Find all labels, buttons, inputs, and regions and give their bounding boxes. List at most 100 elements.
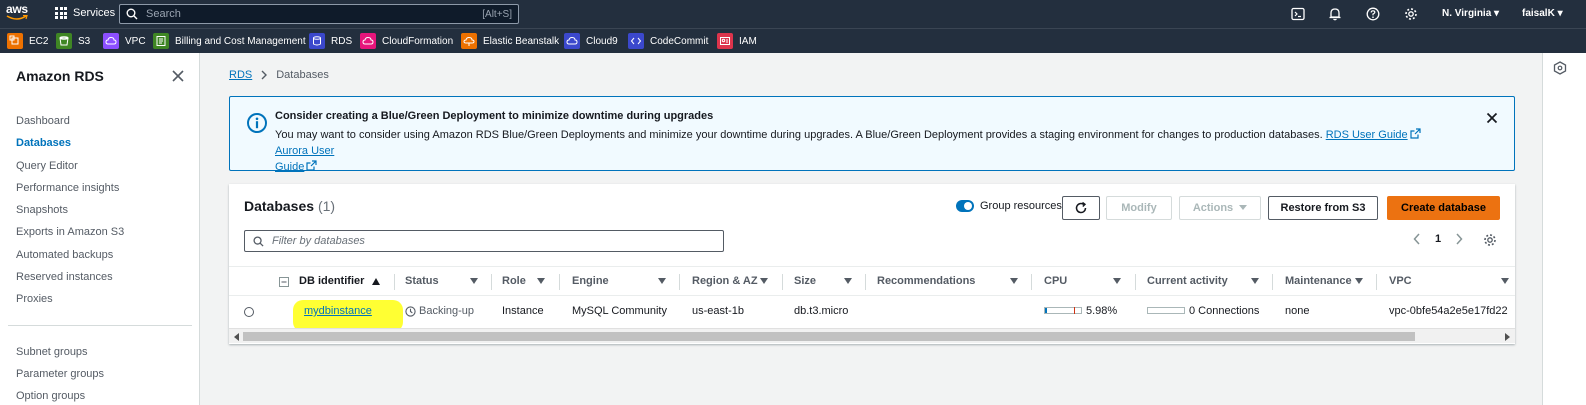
breadcrumb-rds-link[interactable]: RDS bbox=[229, 69, 252, 81]
info-panel-icon[interactable] bbox=[1553, 61, 1567, 75]
vpc-cloud-icon bbox=[103, 33, 119, 49]
group-resources-toggle[interactable]: Group resources bbox=[956, 200, 1062, 212]
sidebar-item-performance-insights[interactable]: Performance insights bbox=[16, 182, 119, 194]
sidebar-item-dashboard[interactable]: Dashboard bbox=[16, 115, 70, 127]
cloudshell-icon[interactable] bbox=[1291, 7, 1305, 21]
close-icon[interactable] bbox=[172, 70, 184, 82]
favorite-ec2[interactable]: EC2 bbox=[7, 33, 48, 49]
sidebar-title: Amazon RDS bbox=[16, 68, 104, 84]
column-current-activity[interactable]: Current activity bbox=[1147, 275, 1228, 287]
column-vpc[interactable]: VPC bbox=[1389, 275, 1412, 287]
breadcrumb-current: Databases bbox=[276, 69, 329, 81]
favorite-rds[interactable]: RDS bbox=[309, 33, 352, 49]
iam-icon bbox=[717, 33, 733, 49]
refresh-button[interactable] bbox=[1062, 196, 1100, 220]
scrollbar-thumb[interactable] bbox=[243, 332, 1415, 341]
sort-icon[interactable] bbox=[844, 278, 852, 284]
maintenance-cell: none bbox=[1285, 305, 1310, 317]
ec2-icon bbox=[7, 33, 23, 49]
sort-icon[interactable] bbox=[1501, 278, 1509, 284]
sidebar-item-parameter-groups[interactable]: Parameter groups bbox=[16, 368, 104, 380]
column-role[interactable]: Role bbox=[502, 275, 526, 287]
group-resources-label: Group resources bbox=[980, 200, 1062, 212]
sidebar-item-query-editor[interactable]: Query Editor bbox=[16, 160, 78, 172]
db-identifier-link[interactable]: mydbinstance bbox=[304, 305, 372, 317]
column-engine[interactable]: Engine bbox=[572, 275, 609, 287]
column-cpu[interactable]: CPU bbox=[1044, 275, 1067, 287]
filter-databases-input[interactable]: Filter by databases bbox=[244, 230, 724, 252]
favorite-cloud9[interactable]: Cloud9 bbox=[564, 33, 618, 49]
cpu-threshold-mark bbox=[1074, 307, 1075, 314]
chevron-right-icon[interactable] bbox=[1455, 233, 1463, 245]
billing-icon bbox=[153, 33, 169, 49]
actions-button[interactable]: Actions bbox=[1179, 196, 1261, 220]
search-input[interactable]: Search [Alt+S] bbox=[119, 4, 519, 24]
filter-placeholder: Filter by databases bbox=[272, 235, 365, 247]
column-divider bbox=[491, 274, 492, 290]
services-menu[interactable]: Services bbox=[55, 7, 115, 19]
current-page[interactable]: 1 bbox=[1435, 233, 1441, 245]
toggle-switch[interactable] bbox=[956, 200, 974, 212]
breadcrumb: RDS Databases bbox=[229, 69, 329, 81]
sort-icon[interactable] bbox=[1113, 278, 1121, 284]
favorite-billing[interactable]: Billing and Cost Management bbox=[153, 33, 306, 49]
help-icon[interactable] bbox=[1366, 7, 1380, 21]
sidebar-divider bbox=[8, 325, 192, 326]
sidebar-item-reserved-instances[interactable]: Reserved instances bbox=[16, 271, 113, 283]
sort-icon[interactable] bbox=[658, 278, 666, 284]
dismiss-flash-icon[interactable] bbox=[1486, 112, 1498, 124]
sidebar-item-subnet-groups[interactable]: Subnet groups bbox=[16, 346, 88, 358]
create-database-button[interactable]: Create database bbox=[1387, 196, 1500, 220]
table-settings-gear-icon[interactable] bbox=[1483, 233, 1497, 247]
favorite-vpc[interactable]: VPC bbox=[103, 33, 146, 49]
bell-icon[interactable] bbox=[1328, 7, 1342, 21]
restore-from-s3-button[interactable]: Restore from S3 bbox=[1268, 196, 1378, 220]
aurora-user-guide-link[interactable]: Aurora User Guide bbox=[275, 145, 334, 173]
sort-icon[interactable] bbox=[470, 278, 478, 284]
favorite-codecommit[interactable]: CodeCommit bbox=[628, 33, 708, 49]
sort-icon[interactable] bbox=[537, 278, 545, 284]
rds-icon bbox=[309, 33, 325, 49]
rds-user-guide-link[interactable]: RDS User Guide bbox=[1326, 128, 1421, 141]
panel-title-text: Databases bbox=[244, 198, 315, 214]
sidebar-item-automated-backups[interactable]: Automated backups bbox=[16, 249, 113, 261]
sort-icon[interactable] bbox=[1251, 278, 1259, 284]
favorite-s3[interactable]: S3 bbox=[56, 33, 90, 49]
cpu-cell: 5.98% bbox=[1044, 305, 1117, 317]
favorite-label: CodeCommit bbox=[650, 35, 709, 47]
sidebar-item-exports-s3[interactable]: Exports in Amazon S3 bbox=[16, 226, 124, 238]
expand-all-icon[interactable] bbox=[279, 277, 289, 287]
chevron-left-icon[interactable] bbox=[1413, 233, 1421, 245]
account-menu[interactable]: faisalK ▾ bbox=[1522, 8, 1563, 19]
sort-icon[interactable] bbox=[760, 278, 768, 284]
sort-icon[interactable] bbox=[1355, 278, 1363, 284]
column-recommendations[interactable]: Recommendations bbox=[877, 275, 975, 287]
column-status[interactable]: Status bbox=[405, 275, 439, 287]
sidebar-item-databases[interactable]: Databases bbox=[16, 137, 71, 149]
column-region-az[interactable]: Region & AZ bbox=[692, 275, 758, 287]
cloudformation-icon bbox=[360, 33, 376, 49]
region-selector[interactable]: N. Virginia ▾ bbox=[1442, 8, 1499, 19]
favorite-iam[interactable]: IAM bbox=[717, 33, 757, 49]
sidebar-item-snapshots[interactable]: Snapshots bbox=[16, 204, 68, 216]
scroll-right-arrow-icon[interactable] bbox=[1505, 333, 1510, 341]
column-db-identifier[interactable]: DB identifier bbox=[299, 275, 364, 287]
sidebar-item-option-groups[interactable]: Option groups bbox=[16, 390, 85, 402]
table-row[interactable]: mydbinstance Backing-up Instance MySQL C… bbox=[229, 296, 1515, 332]
column-size[interactable]: Size bbox=[794, 275, 816, 287]
scroll-left-arrow-icon[interactable] bbox=[234, 333, 239, 341]
horizontal-scrollbar[interactable] bbox=[229, 328, 1515, 343]
sort-icon[interactable] bbox=[1010, 278, 1018, 284]
s3-bucket-icon bbox=[56, 33, 72, 49]
sidebar-item-proxies[interactable]: Proxies bbox=[16, 293, 53, 305]
favorite-cloudformation[interactable]: CloudFormation bbox=[360, 33, 453, 49]
aws-logo[interactable]: aws bbox=[6, 3, 32, 25]
favorite-elastic-beanstalk[interactable]: Elastic Beanstalk bbox=[461, 33, 559, 49]
gear-icon[interactable] bbox=[1404, 7, 1418, 21]
row-select-radio[interactable] bbox=[244, 307, 254, 317]
column-maintenance[interactable]: Maintenance bbox=[1285, 275, 1352, 287]
sort-ascending-icon[interactable] bbox=[372, 278, 380, 285]
modify-button[interactable]: Modify bbox=[1106, 196, 1172, 220]
cpu-value: 5.98% bbox=[1086, 305, 1118, 317]
favorite-label: S3 bbox=[78, 35, 91, 47]
